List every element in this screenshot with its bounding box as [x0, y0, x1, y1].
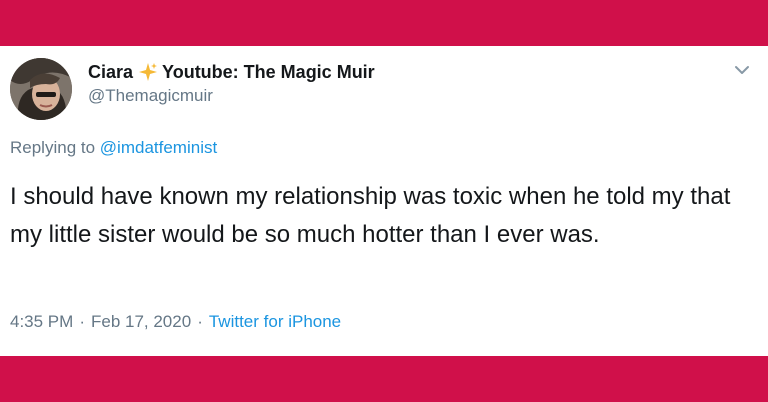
author-handle[interactable]: @Themagicmuir: [88, 86, 213, 106]
avatar-image: [10, 58, 72, 120]
reply-prefix: Replying to: [10, 138, 96, 157]
reply-target-link[interactable]: @imdatfeminist: [100, 138, 217, 157]
avatar[interactable]: [10, 58, 72, 120]
tweet-metadata: 4:35 PM · Feb 17, 2020 · Twitter for iPh…: [10, 312, 341, 332]
sparkles-icon: [138, 62, 158, 82]
tweet-text: I should have known my relationship was …: [10, 183, 731, 248]
author-name[interactable]: Ciara: [88, 62, 133, 83]
author-name-row[interactable]: Ciara Youtube: The Magic Muir: [88, 60, 375, 84]
bottom-border-band: [0, 356, 768, 402]
meta-separator: ·: [79, 312, 85, 331]
reply-context: Replying to @imdatfeminist: [10, 138, 217, 158]
tweet-date[interactable]: Feb 17, 2020: [91, 312, 191, 332]
author-display-suffix[interactable]: Youtube: The Magic Muir: [162, 62, 375, 83]
tweet-card: Ciara Youtube: The Magic Muir @Themagicm…: [0, 46, 768, 356]
chevron-down-icon[interactable]: [734, 64, 750, 76]
tweet-time[interactable]: 4:35 PM: [10, 312, 73, 332]
meta-separator: ·: [197, 312, 203, 331]
top-border-band: [0, 0, 768, 46]
tweet-source-link[interactable]: Twitter for iPhone: [209, 312, 341, 332]
